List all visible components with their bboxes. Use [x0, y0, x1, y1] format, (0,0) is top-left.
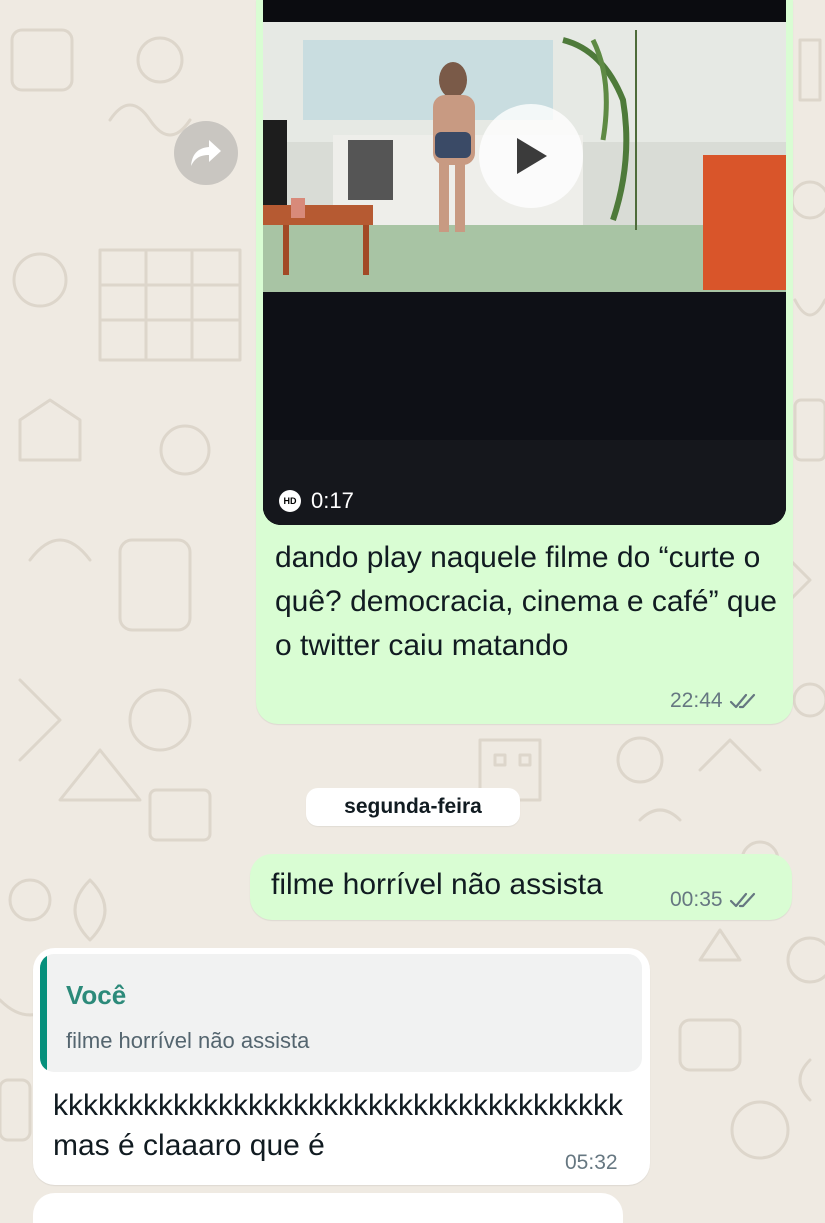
- hd-badge: HD: [279, 490, 301, 512]
- message-text: kkkkkkkkkkkkkkkkkkkkkkkkkkkkkkkkkkkkkk m…: [53, 1089, 623, 1162]
- video-frame-image: [263, 0, 786, 525]
- video-caption: dando play naquele filme do “curte o quê…: [275, 541, 777, 662]
- play-button[interactable]: [479, 104, 583, 208]
- message-time: 05:32: [565, 1151, 618, 1174]
- next-message-bubble: [33, 1193, 623, 1223]
- reply-quote[interactable]: Você filme horrível não assista: [40, 954, 642, 1072]
- quote-text: filme horrível não assista: [66, 1028, 310, 1053]
- video-message-bubble: HD 0:17 dando play naquele filme do “cur…: [256, 0, 793, 724]
- message-time: 22:44: [670, 689, 723, 712]
- message-meta: 00:35: [670, 888, 757, 912]
- forward-arrow-icon: [191, 140, 221, 166]
- double-check-icon: [729, 693, 755, 709]
- video-info: HD 0:17: [279, 488, 354, 514]
- forward-button[interactable]: [174, 121, 238, 185]
- video-thumbnail[interactable]: HD 0:17: [263, 0, 786, 525]
- double-check-icon: [729, 892, 755, 908]
- message-meta: 22:44: [670, 689, 757, 713]
- quote-accent-bar: [40, 954, 47, 1072]
- video-duration: 0:17: [311, 488, 354, 513]
- received-message-bubble[interactable]: Você filme horrível não assista kkkkkkkk…: [33, 948, 650, 1185]
- quote-author: Você: [66, 980, 127, 1010]
- message-meta: 05:32: [565, 1151, 618, 1175]
- message-time: 00:35: [670, 888, 723, 911]
- play-icon: [517, 138, 547, 174]
- date-separator: segunda-feira: [306, 788, 520, 826]
- sent-message-bubble[interactable]: filme horrível não assista 00:35: [250, 854, 792, 920]
- message-text: filme horrível não assista: [271, 868, 603, 901]
